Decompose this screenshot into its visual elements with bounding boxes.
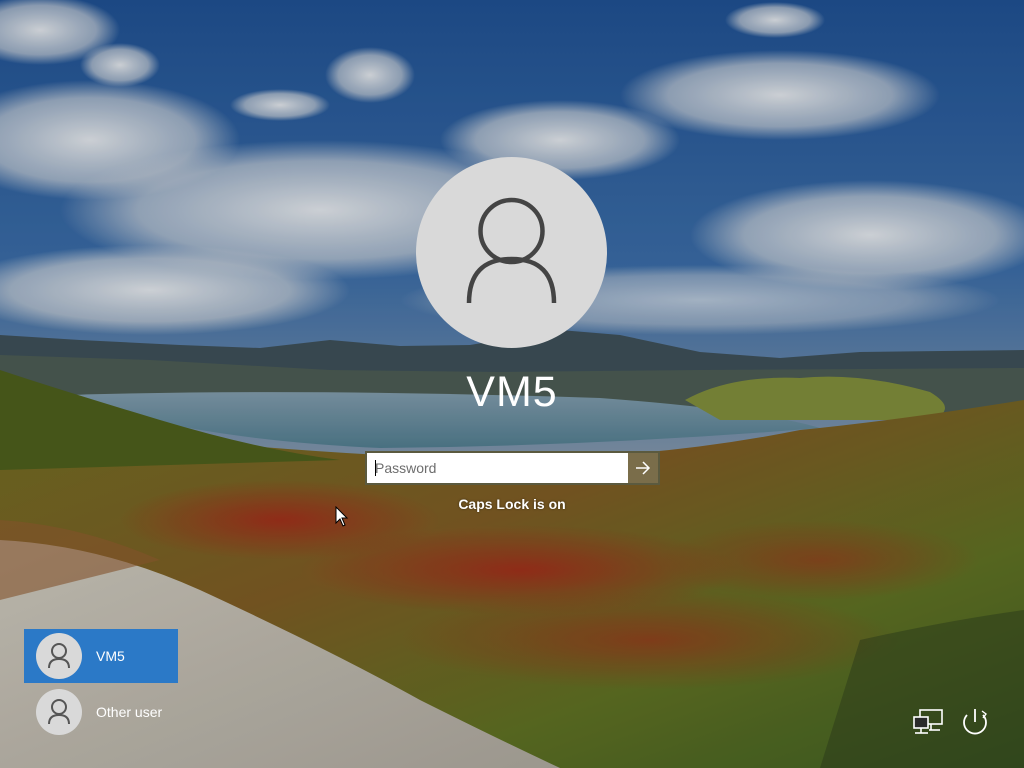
user-silhouette-icon (48, 643, 70, 669)
user-tile-other-user[interactable]: Other user (24, 685, 178, 739)
user-tile-label: VM5 (96, 648, 125, 664)
user-tile-label: Other user (96, 704, 163, 720)
password-input[interactable] (367, 453, 628, 483)
submit-button[interactable] (628, 453, 658, 483)
user-tile-vm5[interactable]: VM5 (24, 629, 178, 683)
text-caret (375, 460, 376, 476)
mouse-pointer-icon (335, 506, 349, 527)
network-icon[interactable] (912, 708, 944, 736)
account-username: VM5 (466, 368, 558, 416)
power-icon[interactable] (958, 705, 992, 739)
user-tile-avatar (36, 689, 82, 735)
user-tile-avatar (36, 633, 82, 679)
user-silhouette-icon (48, 699, 70, 725)
caps-lock-warning: Caps Lock is on (458, 496, 566, 512)
account-avatar (416, 157, 607, 348)
user-silhouette-icon (466, 197, 557, 304)
arrow-right-icon (636, 461, 651, 475)
password-box (365, 451, 660, 485)
